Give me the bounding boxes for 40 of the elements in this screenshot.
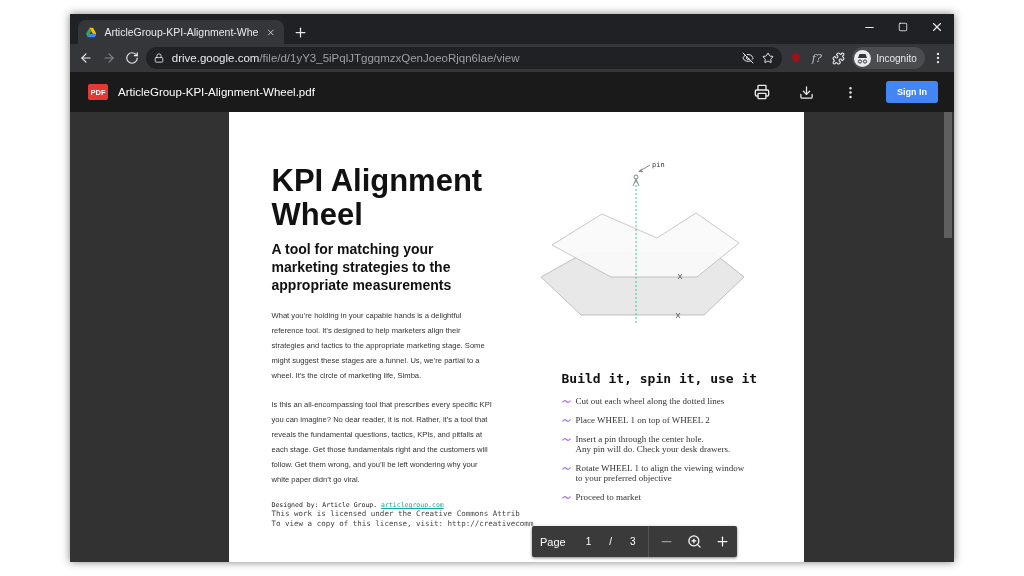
step-text: Cut out each wheel along the dotted lines [575, 396, 725, 406]
file-name: ArticleGroup-KPI-Alignment-Wheel.pdf [118, 86, 316, 98]
sign-in-button[interactable]: Sign In [886, 81, 938, 103]
step-text: Place WHEEL 1 on top of WHEEL 2 [575, 415, 710, 425]
close-icon[interactable] [930, 20, 944, 34]
tilde-icon [561, 495, 571, 500]
document-subtitle: A tool for matching your marketing strategies to the appropriate measurements [271, 240, 453, 294]
incognito-icon [854, 49, 872, 67]
step-text: Insert a pin through the center hole. Any pin will do. Check your desk drawers. [575, 434, 731, 454]
step-text: Proceed to market [575, 492, 641, 502]
drive-logo-icon [86, 26, 97, 38]
page-label: Page [539, 535, 567, 548]
download-icon[interactable] [798, 84, 814, 100]
new-tab-icon[interactable] [292, 24, 308, 40]
extension-icon[interactable]: f? [808, 51, 825, 65]
zoom-in-icon[interactable] [715, 534, 731, 549]
address-bar[interactable]: drive.google.com/file/d/1yY3_5iPqlJTggqmzxQenJoeoRjqn6lae/view [145, 47, 782, 69]
lock-icon [153, 53, 164, 63]
print-icon[interactable] [754, 84, 770, 100]
zoom-icon[interactable] [687, 534, 703, 549]
tilde-icon [561, 466, 571, 471]
scrollbar-thumb[interactable] [944, 112, 952, 238]
steps-heading: Build it, spin it, use it [561, 371, 759, 386]
current-page[interactable]: 1 [581, 536, 596, 547]
page-separator: / [608, 536, 614, 547]
step-text: Rotate WHEEL 1 to align the viewing window to your preferred objective [575, 463, 745, 483]
maximize-icon[interactable] [898, 22, 908, 32]
leader-line [638, 164, 650, 172]
total-pages: 3 [629, 536, 637, 547]
bookmark-star-icon[interactable] [761, 52, 774, 64]
tilde-icon [561, 437, 571, 442]
document-title: KPI Alignment Wheel [271, 164, 484, 232]
eye-off-icon[interactable] [741, 52, 754, 64]
tilde-icon [561, 418, 571, 423]
tilde-icon [561, 399, 571, 404]
browser-tab[interactable]: ArticleGroup-KPI-Alignment-Whe [78, 20, 284, 44]
reload-icon[interactable] [125, 51, 140, 65]
incognito-profile-button[interactable]: Incognito [852, 47, 925, 69]
back-icon[interactable] [78, 51, 93, 65]
puzzle-icon[interactable] [832, 51, 845, 65]
